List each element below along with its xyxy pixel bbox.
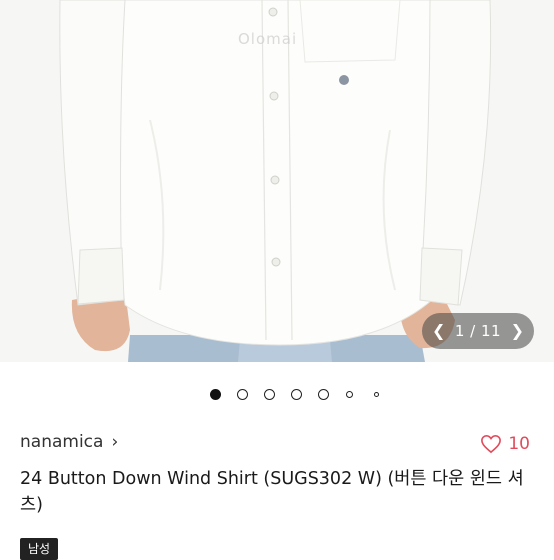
gallery-pagination (0, 387, 554, 403)
chevron-right-icon: › (111, 432, 119, 452)
image-counter: ❮ 1 / 11 ❯ (422, 313, 534, 349)
like-button[interactable]: 10 (480, 434, 530, 454)
pagination-dot-1[interactable] (210, 389, 221, 400)
pagination-dot-7[interactable] (374, 392, 379, 397)
chevron-left-icon[interactable]: ❮ (432, 323, 445, 339)
like-count: 10 (508, 434, 530, 454)
brand-link[interactable]: nanamica › (20, 432, 118, 452)
pagination-dot-5[interactable] (318, 389, 329, 400)
gender-badge: 남성 (20, 538, 59, 560)
shirt-illustration (59, 0, 492, 362)
product-photo[interactable]: Olomai ❮ 1 / 11 ❯ (0, 0, 554, 362)
chevron-right-icon[interactable]: ❯ (511, 323, 524, 339)
pagination-dot-3[interactable] (264, 389, 275, 400)
pagination-dot-2[interactable] (237, 389, 248, 400)
heart-icon (481, 434, 502, 454)
pagination-dot-4[interactable] (291, 389, 302, 400)
product-title: 24 Button Down Wind Shirt (SUGS302 W) (버… (20, 469, 524, 515)
brand-name: nanamica (20, 432, 104, 452)
pagination-dot-6[interactable] (346, 391, 353, 398)
watermark: Olomai (238, 30, 298, 48)
image-counter-text: 1 / 11 (454, 322, 502, 340)
